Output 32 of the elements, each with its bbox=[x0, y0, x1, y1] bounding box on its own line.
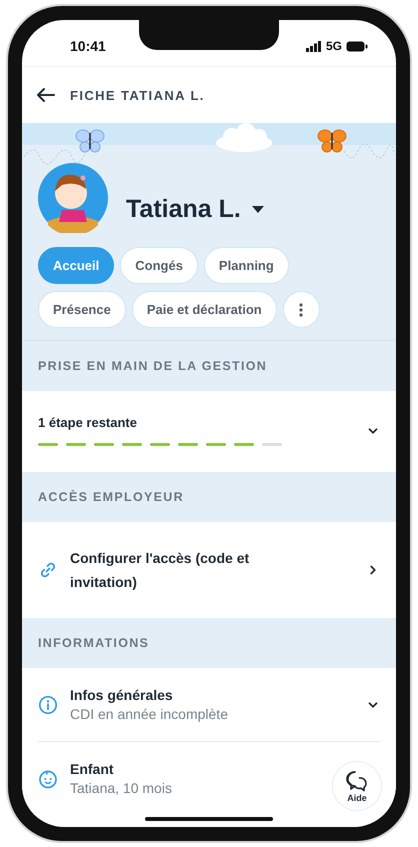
trail-drawing bbox=[24, 150, 86, 164]
avatar-drawing bbox=[38, 163, 108, 233]
back-arrow-icon[interactable] bbox=[36, 87, 56, 103]
butterfly-icon bbox=[318, 130, 346, 152]
baby-face-icon bbox=[38, 768, 58, 788]
section-header: INFORMATIONS bbox=[22, 618, 396, 668]
chat-bubbles-icon bbox=[345, 770, 369, 792]
dropdown-caret-icon[interactable] bbox=[250, 204, 265, 214]
signal-icon bbox=[306, 40, 322, 52]
item-title: Enfant bbox=[70, 761, 114, 777]
trail-drawing bbox=[344, 144, 394, 158]
info-icon bbox=[38, 694, 58, 714]
cloud-icon bbox=[216, 123, 272, 152]
tab[interactable]: Planning bbox=[204, 247, 289, 284]
tab[interactable]: Congés bbox=[120, 247, 198, 284]
status-time: 10:41 bbox=[70, 38, 106, 54]
progress-title: 1 étape restante bbox=[38, 415, 138, 430]
battery-icon bbox=[346, 40, 368, 52]
item-title: Infos générales bbox=[70, 687, 173, 703]
page-title: FICHE TATIANA L. bbox=[70, 88, 205, 102]
network-label: 5G bbox=[326, 39, 342, 53]
section-header: ACCÈS EMPLOYEUR bbox=[22, 472, 396, 522]
more-icon bbox=[299, 302, 304, 316]
butterfly-icon bbox=[76, 130, 104, 152]
link-title[interactable]: Configurer l'accès (code et invitation) bbox=[70, 546, 285, 594]
link-icon bbox=[38, 560, 58, 580]
tab[interactable]: Paie et déclaration bbox=[132, 291, 277, 328]
item-subtitle: CDI en année incomplète bbox=[70, 706, 228, 722]
profile-name: Tatiana L. bbox=[126, 194, 241, 224]
section-header: PRISE EN MAIN DE LA GESTION bbox=[22, 340, 396, 391]
tab[interactable]: Présence bbox=[38, 291, 126, 328]
item-subtitle: Tatiana, 10 mois bbox=[70, 780, 172, 796]
